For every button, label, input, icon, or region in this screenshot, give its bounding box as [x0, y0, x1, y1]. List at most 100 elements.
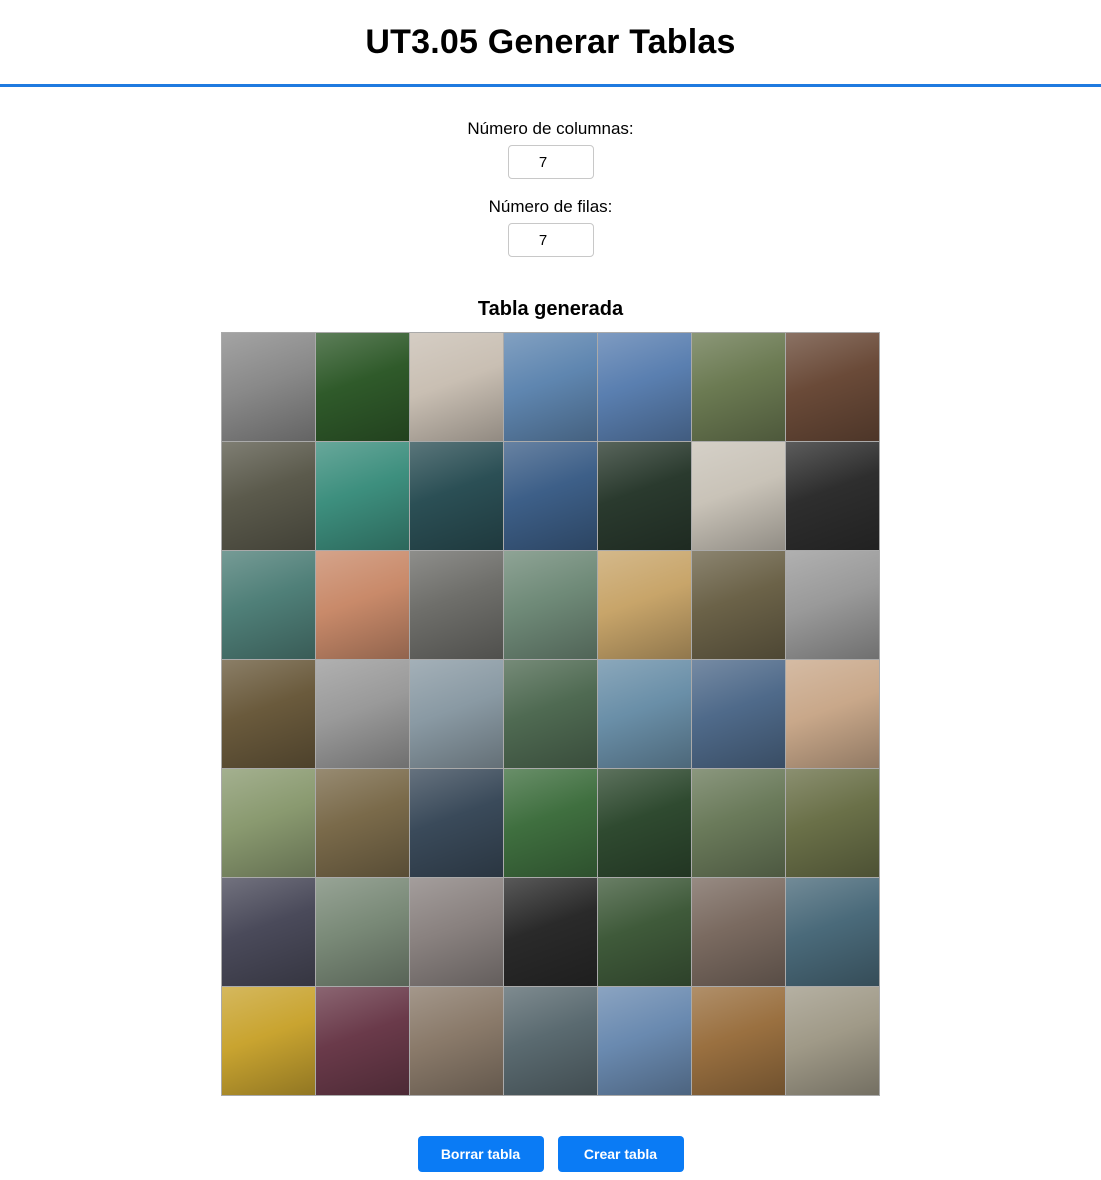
generated-table: [221, 332, 880, 1096]
page-title: UT3.05 Generar Tablas: [365, 22, 736, 61]
photo-image: [222, 442, 315, 550]
photo-image: [504, 333, 597, 441]
table-cell: [785, 659, 880, 769]
photo-image: [504, 878, 597, 986]
table-cell: [785, 877, 880, 987]
photo-image: [786, 551, 879, 659]
table-row: [221, 877, 880, 987]
table-row: [221, 659, 880, 769]
table-cell: [691, 550, 786, 660]
photo-image: [222, 660, 315, 768]
table-cell: [785, 768, 880, 878]
photo-image: [222, 769, 315, 877]
photo-image: [504, 442, 597, 550]
table-cell: [785, 332, 880, 442]
photo-image: [504, 660, 597, 768]
photo-image: [786, 442, 879, 550]
photo-image: [786, 660, 879, 768]
table-cell: [315, 550, 410, 660]
table-cell: [409, 550, 504, 660]
table-cell: [503, 332, 598, 442]
page-header: UT3.05 Generar Tablas: [0, 0, 1101, 87]
photo-image: [316, 660, 409, 768]
table-cell: [691, 659, 786, 769]
table-cell: [503, 441, 598, 551]
photo-image: [410, 333, 503, 441]
photo-image: [692, 551, 785, 659]
photo-image: [410, 442, 503, 550]
table-cell: [597, 441, 692, 551]
photo-image: [598, 660, 691, 768]
photo-image: [692, 333, 785, 441]
table-cell: [221, 986, 316, 1096]
table-cell: [691, 768, 786, 878]
table-config-form: Número de columnas: Número de filas:: [0, 119, 1101, 257]
table-container: [0, 332, 1101, 1096]
photo-image: [222, 878, 315, 986]
photo-image: [504, 987, 597, 1095]
photo-image: [316, 551, 409, 659]
table-cell: [503, 659, 598, 769]
table-cell: [597, 659, 692, 769]
photo-image: [316, 987, 409, 1095]
table-cell: [691, 441, 786, 551]
table-cell: [503, 986, 598, 1096]
table-cell: [691, 986, 786, 1096]
table-cell: [315, 768, 410, 878]
table-cell: [221, 877, 316, 987]
photo-image: [598, 769, 691, 877]
table-cell: [597, 877, 692, 987]
photo-image: [316, 878, 409, 986]
photo-image: [786, 769, 879, 877]
table-row: [221, 986, 880, 1096]
photo-image: [692, 442, 785, 550]
rows-input[interactable]: [507, 223, 594, 257]
table-cell: [315, 441, 410, 551]
button-bar: Borrar tabla Crear tabla: [0, 1136, 1101, 1172]
table-cell: [597, 332, 692, 442]
photo-image: [598, 551, 691, 659]
table-cell: [221, 441, 316, 551]
table-cell: [315, 877, 410, 987]
table-cell: [409, 877, 504, 987]
photo-image: [786, 878, 879, 986]
photo-image: [222, 987, 315, 1095]
photo-image: [598, 333, 691, 441]
table-row: [221, 441, 880, 551]
table-cell: [409, 659, 504, 769]
clear-table-button[interactable]: Borrar tabla: [417, 1136, 544, 1172]
columns-label: Número de columnas:: [467, 119, 634, 138]
table-cell: [221, 659, 316, 769]
photo-image: [316, 442, 409, 550]
table-cell: [315, 659, 410, 769]
columns-input[interactable]: [507, 145, 594, 179]
photo-image: [410, 987, 503, 1095]
photo-image: [786, 987, 879, 1095]
photo-image: [692, 769, 785, 877]
table-cell: [409, 768, 504, 878]
photo-image: [410, 660, 503, 768]
table-cell: [785, 550, 880, 660]
table-cell: [785, 986, 880, 1096]
table-cell: [503, 877, 598, 987]
table-cell: [409, 441, 504, 551]
table-cell: [221, 768, 316, 878]
table-row: [221, 332, 880, 442]
table-cell: [597, 986, 692, 1096]
table-cell: [597, 768, 692, 878]
table-cell: [409, 986, 504, 1096]
table-cell: [691, 877, 786, 987]
table-cell: [315, 986, 410, 1096]
rows-label: Número de filas:: [488, 197, 613, 216]
create-table-button[interactable]: Crear tabla: [557, 1136, 684, 1172]
photo-image: [410, 551, 503, 659]
table-cell: [315, 332, 410, 442]
table-title: Tabla generada: [477, 298, 624, 320]
photo-image: [504, 551, 597, 659]
table-cell: [503, 550, 598, 660]
table-cell: [785, 441, 880, 551]
photo-image: [222, 551, 315, 659]
photo-image: [786, 333, 879, 441]
photo-image: [316, 333, 409, 441]
table-cell: [691, 332, 786, 442]
